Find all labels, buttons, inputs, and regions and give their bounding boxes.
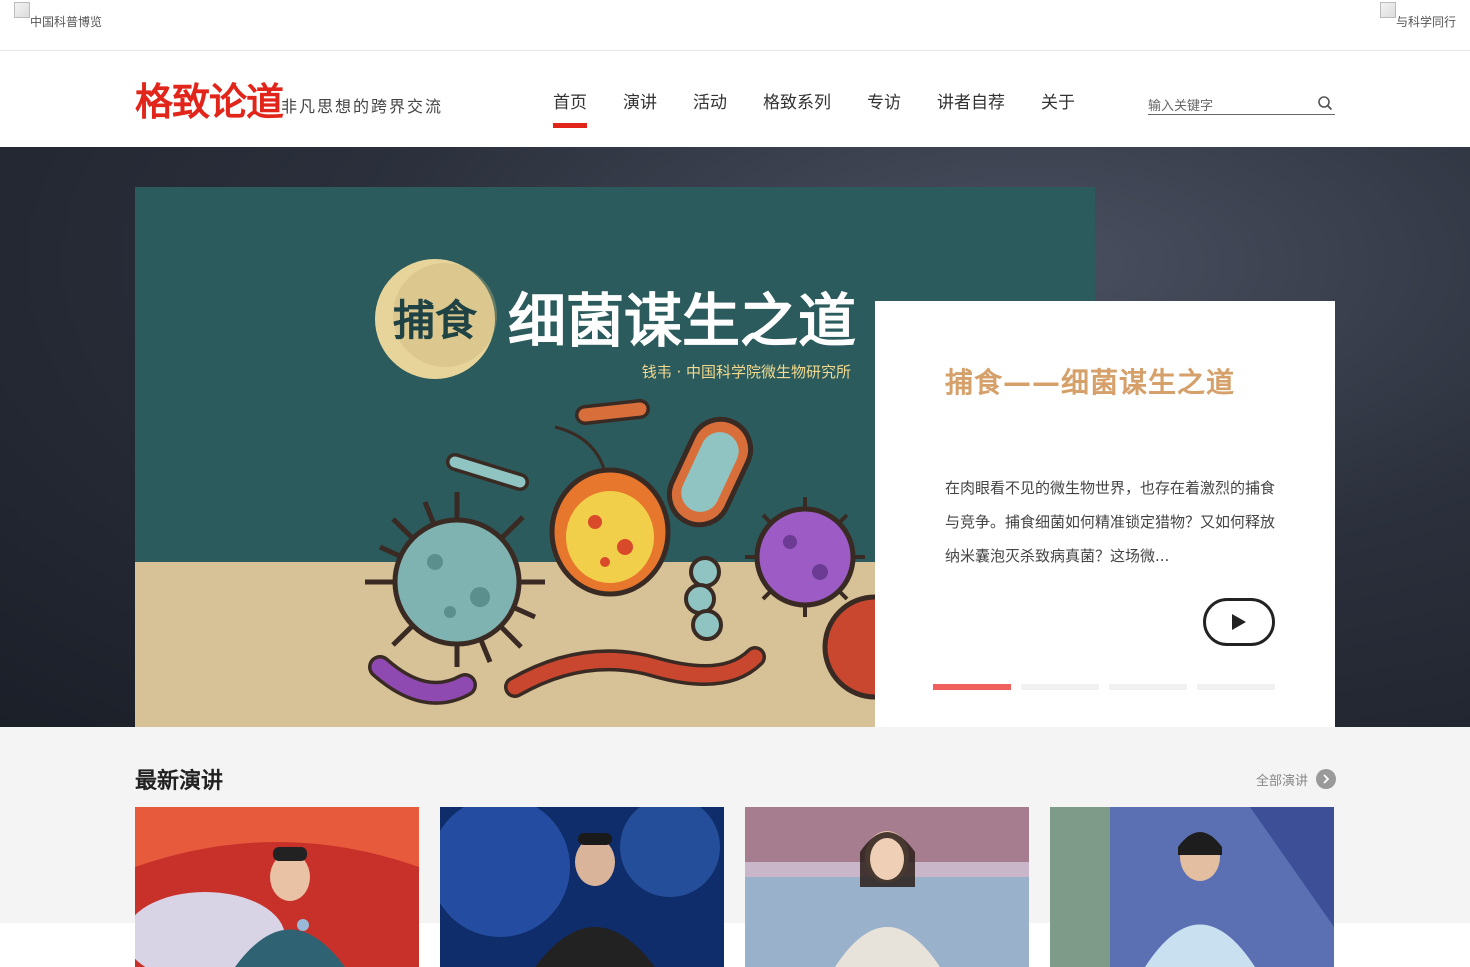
banner-title: 细菌谋生之道 bbox=[508, 287, 856, 355]
carousel-dot-1[interactable] bbox=[933, 684, 1011, 690]
main-nav: 首页 演讲 活动 格致系列 专访 讲者自荐 关于 bbox=[535, 91, 1093, 128]
partner-logo-alt: 与科学同行 bbox=[1395, 15, 1456, 29]
science-expo-logo-link[interactable]: 中国科普博览 bbox=[14, 2, 102, 30]
nav-talks[interactable]: 演讲 bbox=[605, 91, 675, 115]
hero-info-card: 捕食——细菌谋生之道 在肉眼看不见的微生物世界，也存在着激烈的捕食与竞争。捕食细… bbox=[875, 301, 1335, 727]
latest-talks-section: 最新演讲 全部演讲 bbox=[0, 727, 1470, 967]
talk-thumbnails bbox=[135, 807, 1334, 967]
site-logo[interactable]: 格致论道 bbox=[135, 80, 284, 124]
site-header: 格致论道 非凡思想的跨界交流 首页 演讲 活动 格致系列 专访 讲者自荐 关于 bbox=[0, 51, 1470, 147]
nav-about[interactable]: 关于 bbox=[1023, 91, 1093, 115]
talk-thumbnail-1[interactable] bbox=[135, 807, 419, 967]
carousel-dot-2[interactable] bbox=[1021, 684, 1099, 690]
carousel-dot-3[interactable] bbox=[1109, 684, 1187, 690]
top-utility-bar: 中国科普博览 与科学同行 bbox=[0, 0, 1470, 51]
carousel-indicators bbox=[933, 684, 1275, 690]
search-box bbox=[1148, 95, 1335, 116]
hero-talk-description: 在肉眼看不见的微生物世界，也存在着激烈的捕食与竞争。捕食细菌如何精准锁定猎物？又… bbox=[945, 479, 1276, 565]
carousel-dot-4[interactable] bbox=[1197, 684, 1275, 690]
banner-speaker: 钱韦 · 中国科学院微生物研究所 bbox=[642, 363, 851, 381]
talk-thumbnail-2[interactable] bbox=[440, 807, 724, 967]
play-icon bbox=[1232, 614, 1246, 630]
broken-image-icon bbox=[1379, 2, 1396, 18]
section-title: 最新演讲 bbox=[135, 769, 224, 794]
partner-logo-link[interactable]: 与科学同行 bbox=[1379, 2, 1456, 30]
talk-thumbnail-3[interactable] bbox=[745, 807, 1029, 967]
all-talks-link[interactable]: 全部演讲 bbox=[1256, 769, 1337, 789]
play-button[interactable] bbox=[1203, 598, 1275, 646]
hero-talk-title[interactable]: 捕食——细菌谋生之道 bbox=[945, 361, 1235, 401]
talk-thumbnail-4[interactable] bbox=[1050, 807, 1334, 967]
banner-badge: 捕食 bbox=[393, 296, 478, 345]
search-icon[interactable] bbox=[1317, 95, 1333, 111]
broken-image-icon bbox=[14, 2, 30, 18]
site-slogan: 非凡思想的跨界交流 bbox=[281, 97, 444, 116]
hero-carousel: 捕食 细菌谋生之道 钱韦 · 中国科学院微生物研究所 捕食——细菌谋生之道 在肉… bbox=[0, 147, 1470, 727]
science-expo-logo-alt: 中国科普博览 bbox=[30, 15, 103, 29]
nav-speaker-apply[interactable]: 讲者自荐 bbox=[919, 91, 1023, 115]
nav-events[interactable]: 活动 bbox=[675, 91, 745, 115]
nav-home[interactable]: 首页 bbox=[535, 91, 605, 128]
nav-series[interactable]: 格致系列 bbox=[745, 91, 849, 115]
purple-virus-graphic bbox=[745, 497, 865, 617]
nav-interviews[interactable]: 专访 bbox=[849, 91, 919, 115]
search-input[interactable] bbox=[1148, 97, 1308, 116]
all-talks-label: 全部演讲 bbox=[1256, 773, 1309, 789]
chevron-right-icon bbox=[1316, 769, 1337, 789]
